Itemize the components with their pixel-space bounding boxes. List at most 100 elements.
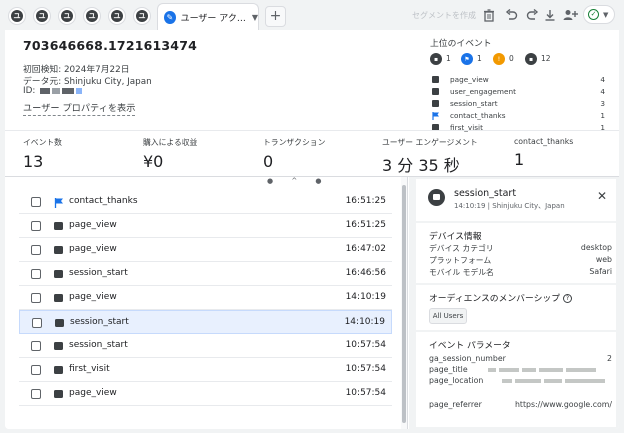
chevron-down-icon[interactable]: ▼ [252,13,258,22]
tab-mini-2[interactable]: ユ [33,7,51,25]
redacted-id [76,87,83,94]
id-label: ID: [23,86,36,96]
metric-contact-thanks: contact_thanks 1 [514,137,573,169]
event-name: page_view [69,220,117,230]
tab-user-activity[interactable]: ✎ ユーザー アク… ▼ [157,3,259,30]
warning-icon: ! [493,53,505,65]
top-event-count: 3 [600,99,605,108]
audience-chip[interactable]: All Users [429,308,467,324]
event-time: 16:51:25 [345,220,386,230]
delete-icon[interactable] [480,6,498,24]
row-checkbox[interactable] [31,389,41,399]
warning-count: 0 [509,54,514,63]
param-value: web [595,255,612,264]
user-icon: ユ [61,10,73,22]
metric-event-count: イベント数 13 [23,137,62,171]
event-name: first_visit [69,364,110,374]
event-row[interactable]: page_view 16:47:02 [19,238,392,262]
row-checkbox[interactable] [32,318,42,328]
chevron-down-icon: ▼ [603,10,609,19]
row-checkbox[interactable] [31,341,41,351]
metric-value: 13 [23,152,44,171]
event-icon [54,342,63,350]
audience-card: オーディエンスのメンバーシップ? All Users [416,285,616,330]
row-checkbox[interactable] [31,365,41,375]
row-checkbox[interactable] [31,269,41,279]
event-type-counts: ▪ 1 ⚑ 1 ! 0 ▪ 12 [430,53,605,67]
download-icon[interactable] [541,6,559,24]
create-segment-button[interactable]: セグメントを作成 [412,10,476,21]
event-row-selected[interactable]: session_start 14:10:19 [19,310,392,334]
id-row: ID: [23,86,83,96]
event-name: session_start [69,340,128,350]
metric-value: 0 [263,152,274,171]
event-icon [54,270,63,278]
help-icon[interactable]: ? [563,294,572,303]
event-time: 16:51:25 [345,196,386,206]
param-key: page_location [429,376,484,385]
flag-icon: ⚑ [461,53,473,65]
conversion-count: 1 [477,54,482,63]
event-icon [54,246,63,254]
row-checkbox[interactable] [31,221,41,231]
top-events-section: 上位のイベント ▪ 1 ⚑ 1 ! 0 ▪ 12 page_view 4 use… [430,36,605,132]
user-icon: ユ [136,10,148,22]
param-value: Safari [589,267,612,276]
tab-mini-3[interactable]: ユ [58,7,76,25]
event-row[interactable]: page_view 14:10:19 [19,286,392,310]
param-key: page_title [429,365,468,374]
user-id-title: 703646668.1721613474 [23,38,198,53]
event-time: 16:46:56 [345,268,386,278]
metric-label: イベント数 [23,138,62,147]
device-row: モバイル モデル名 Safari [429,267,612,278]
audience-section-title: オーディエンスのメンバーシップ [429,294,560,304]
row-checkbox[interactable] [31,245,41,255]
status-check-button[interactable]: ✓ ▼ [583,5,615,24]
row-checkbox[interactable] [31,293,41,303]
detail-subtitle: 14:10:19 | Shinjuku City、Japan [454,202,565,210]
device-row: プラットフォーム web [429,255,612,266]
tab-mini-5[interactable]: ユ [108,7,126,25]
param-key: モバイル モデル名 [429,268,494,277]
event-icon: ▪ [430,53,442,65]
metric-label: ユーザー エンゲージメント [382,138,478,147]
check-circle-icon: ✓ [588,9,599,20]
user-icon: ユ [36,10,48,22]
event-icon [54,294,63,302]
tab-mini-1[interactable]: ユ [8,7,26,25]
row-checkbox[interactable] [31,197,41,207]
close-icon[interactable]: ✕ [597,189,607,203]
event-row[interactable]: contact_thanks 16:51:25 [19,190,392,214]
add-tab-button[interactable]: + [265,6,286,27]
metric-purchase-revenue: 購入による収益 ¥0 [143,137,197,171]
undo-icon[interactable] [502,6,520,24]
tab-mini-4[interactable]: ユ [83,7,101,25]
event-row[interactable]: first_visit 10:57:54 [19,358,392,382]
redo-icon[interactable] [523,6,541,24]
device-row: デバイス カテゴリ desktop [429,243,612,254]
metric-label: contact_thanks [514,137,574,146]
event-icon [55,319,64,327]
top-event-name: page_view [450,75,489,84]
tab-mini-6[interactable]: ユ [133,7,151,25]
event-row[interactable]: session_start 16:46:56 [19,262,392,286]
blurred-param-value [485,365,596,374]
params-section-title: イベント パラメータ [429,341,511,351]
top-event-row: session_start 3 [430,99,605,109]
event-row[interactable]: page_view 10:57:54 [19,382,392,406]
event-row[interactable]: page_view 16:51:25 [19,214,392,238]
pencil-icon[interactable]: ✎ [164,10,176,24]
event-icon [432,100,439,107]
event-row[interactable]: session_start 10:57:54 [19,334,392,358]
scrollbar-thumb[interactable] [402,185,406,423]
event-name: session_start [70,317,129,327]
add-user-icon[interactable] [561,6,579,24]
top-event-row: user_engagement 4 [430,87,605,97]
event-name: page_view [69,244,117,254]
top-event-count: 4 [600,87,605,96]
view-user-properties-link[interactable]: ユーザー プロパティを表示 [23,100,136,116]
event-time: 14:10:19 [345,292,386,302]
metrics-strip: イベント数 13 購入による収益 ¥0 トランザクション 0 ユーザー エンゲー… [5,130,619,176]
event-list: ● ^ ● contact_thanks 16:51:25 page_view … [5,177,408,429]
metric-value: 1 [514,150,525,169]
